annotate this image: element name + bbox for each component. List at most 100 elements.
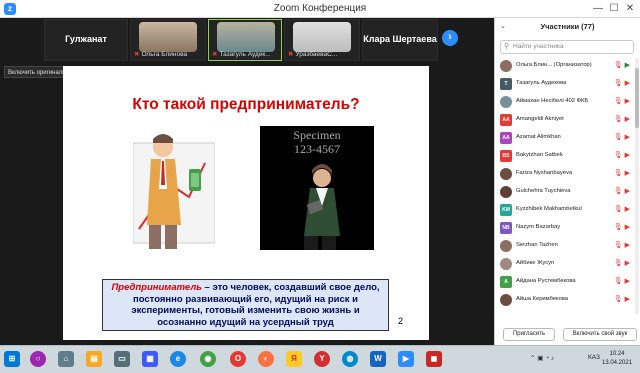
mic-muted-icon: 🎙︎ (613, 296, 623, 303)
participant-row[interactable]: Gulchehra Tuychieva 🎙︎ ▶ (495, 184, 633, 202)
participant-name: Айбике Жусуп (516, 260, 555, 266)
mic-off-icon: ✖ (212, 51, 218, 58)
mic-muted-icon: 🎙︎ (613, 62, 623, 69)
participant-name: Fariza Nyshanbayeva (516, 170, 573, 176)
maximize-button[interactable]: ☐ (606, 1, 622, 17)
participant-row[interactable]: AA Azamat Alimkhan 🎙︎ ▶ (495, 130, 633, 148)
mic-muted-icon: 🎙︎ (613, 278, 623, 285)
participant-name: Айдана Рустембекова (516, 278, 576, 284)
video-tile[interactable]: ✖ УразбаеваС... (284, 19, 360, 61)
camera-off-icon: ▶ (622, 206, 630, 213)
firefox-browser-icon[interactable]: ◐ (258, 351, 274, 367)
participant-video (217, 22, 275, 52)
next-page-button[interactable]: › (442, 30, 458, 46)
avatar (500, 96, 512, 108)
start-windows-icon[interactable]: ⊞ (4, 351, 20, 367)
mic-off-icon: ✖ (288, 51, 294, 58)
clock-date: 13.04.2021 (602, 360, 633, 366)
opera-browser-icon[interactable]: O (230, 351, 246, 367)
language-indicator[interactable]: КАЗ (588, 354, 600, 361)
definition-box: Предприниматель – это человек, создавший… (102, 279, 389, 331)
woman-calculator-image: Specimen 123-4567 (260, 126, 374, 250)
title-bar: z Zoom Конференция — ☐ ✕ (0, 0, 640, 18)
mic-muted-icon: 🎙︎ (613, 170, 623, 177)
video-tile-active[interactable]: ✖ Тазагуль Аудек... (208, 19, 282, 61)
camera-off-icon: ▶ (622, 188, 630, 195)
participants-list: Ольга Блин... (Организатор) 🎙︎ ▶ T Тазагуль… (495, 58, 633, 310)
edge-new-icon[interactable]: ◍ (342, 351, 358, 367)
participant-name: Клара Шертаева (363, 34, 437, 44)
mic-off-icon: ✖ (134, 51, 140, 58)
camera-off-icon: ▶ (622, 296, 630, 303)
avatar: T (500, 78, 512, 90)
invite-button[interactable]: Пригласить (503, 328, 555, 341)
avatar: AA (500, 114, 512, 126)
home-icon[interactable]: ⌂ (58, 351, 74, 367)
app-red-icon[interactable]: ◼ (426, 351, 442, 367)
participant-row[interactable]: T Тазагуль Аудекова 🎙︎ ▶ (495, 76, 633, 94)
participant-name: Ольга Блин... (Организатор) (516, 62, 592, 68)
file-explorer-icon[interactable]: ▤ (86, 351, 102, 367)
camera-off-icon: ▶ (622, 116, 630, 123)
tray-icons[interactable]: ⌃ ▣ ◔ ♪ (530, 354, 554, 362)
participant-video (293, 22, 351, 52)
mic-muted-icon: 🎙︎ (613, 98, 623, 105)
close-button[interactable]: ✕ (622, 1, 638, 17)
definition-keyword: Предприниматель (111, 282, 202, 293)
participant-row[interactable]: Fariza Nyshanbayeva 🎙︎ ▶ (495, 166, 633, 184)
video-tile[interactable]: ✖ Ольга Блинова (130, 19, 206, 61)
clock[interactable]: 10:24 13.04.2021 (602, 350, 632, 368)
edge-browser-icon[interactable]: e (170, 351, 186, 367)
slide-title: Кто такой предприниматель? (132, 96, 360, 113)
zoom-taskbar-icon[interactable]: ▶ (398, 351, 414, 367)
video-tile[interactable]: Гулжанат (44, 19, 128, 61)
avatar: BS (500, 150, 512, 162)
avatar: AA (500, 132, 512, 144)
yandex-browser-icon[interactable]: Y (314, 351, 330, 367)
cortana-icon[interactable]: ○ (30, 351, 46, 367)
meeting-area: Гулжанат ✖ Ольга Блинова ✖ Тазагуль Аудек.… (0, 18, 494, 345)
participant-row[interactable]: NB Nazym Bazarbay 🎙︎ ▶ (495, 220, 633, 238)
mic-muted-icon: 🎙︎ (613, 206, 623, 213)
participant-video (139, 22, 197, 52)
mic-muted-icon: 🎙︎ (613, 80, 623, 87)
participant-name: Тазагуль Аудек... (219, 51, 271, 58)
video-tile[interactable]: Клара Шертаева (362, 19, 438, 61)
participant-name: Аймахан Несібелі 402 ФКБ (516, 98, 589, 104)
participant-search-input[interactable]: ⚲ Найти участника (500, 40, 634, 54)
participant-name: Тазагуль Аудекова (516, 80, 567, 86)
participant-row[interactable]: AA Amangeldi Akniyet 🎙︎ ▶ (495, 112, 633, 130)
participant-row[interactable]: BS Bakytzhan Satbek 🎙︎ ▶ (495, 148, 633, 166)
camera-off-icon: ▶ (622, 170, 630, 177)
app-icon[interactable]: ▦ (142, 351, 158, 367)
participant-row[interactable]: KM Kyzzhibek Makhambetkul 🎙︎ ▶ (495, 202, 633, 220)
avatar (500, 186, 512, 198)
camera-off-icon: ▶ (622, 278, 630, 285)
word-icon[interactable]: W (370, 351, 386, 367)
participant-row[interactable]: Аймахан Несібелі 402 ФКБ 🎙︎ ▶ (495, 94, 633, 112)
participant-row[interactable]: Айша Керимбекова 🎙︎ ▶ (495, 292, 633, 310)
participant-name: УразбаеваС... (295, 51, 338, 58)
participants-scrollbar[interactable] (635, 58, 639, 314)
mic-muted-icon: 🎙︎ (613, 260, 623, 267)
minimize-button[interactable]: — (590, 1, 606, 17)
camera-off-icon: ▶ (622, 80, 630, 87)
participant-row[interactable]: Айбике Жусуп 🎙︎ ▶ (495, 256, 633, 274)
participant-row[interactable]: Ольга Блин... (Организатор) 🎙︎ ▶ (495, 58, 633, 76)
monitor-icon[interactable]: ▭ (114, 351, 130, 367)
unmute-button[interactable]: Включить свой звук (563, 328, 637, 341)
participant-row[interactable]: А Айдана Рустембекова 🎙︎ ▶ (495, 274, 633, 292)
avatar (500, 294, 512, 306)
mic-muted-icon: 🎙︎ (613, 116, 623, 123)
camera-off-icon: ▶ (622, 260, 630, 267)
participant-name: Gulchehra Tuychieva (516, 188, 571, 194)
yandex-icon[interactable]: Я (286, 351, 302, 367)
businessman-clipart-icon (133, 134, 215, 249)
avatar (500, 240, 512, 252)
participant-row[interactable]: Serzhan Tazhen 🎙︎ ▶ (495, 238, 633, 256)
chrome-browser-icon[interactable]: ◉ (200, 351, 216, 367)
shared-slide: Кто такой предприниматель? Specimen 123-… (63, 66, 429, 340)
clock-time: 10:24 (609, 351, 625, 357)
participant-name: Serzhan Tazhen (516, 242, 558, 248)
window-title: Zoom Конференция (273, 3, 367, 14)
